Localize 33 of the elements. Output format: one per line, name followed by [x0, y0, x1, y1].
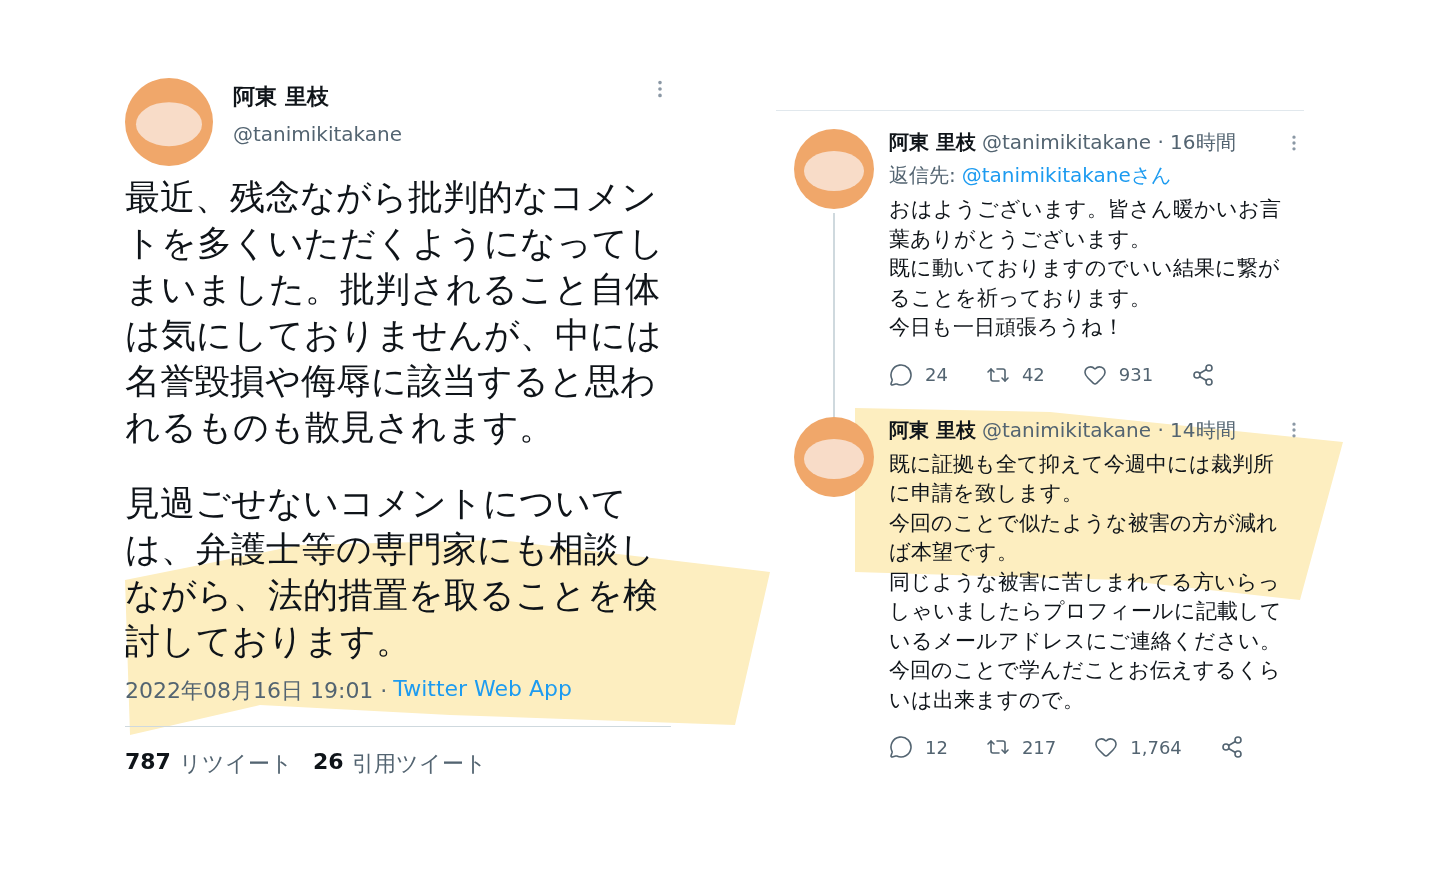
tweet-text: 見過ごせないコメントについて は、弁護士等の専門家にも相談し ながら、法的措置を取ることを検 討しております。 — [125, 482, 659, 663]
heart-icon — [1094, 735, 1119, 759]
retweet-button[interactable]: 217 — [985, 735, 1057, 759]
reply-button[interactable]: 12 — [889, 735, 948, 759]
share-icon — [1191, 362, 1216, 387]
reply-button[interactable]: 24 — [889, 362, 948, 387]
retweet-button[interactable]: 42 — [985, 362, 1045, 387]
like-button[interactable]: 931 — [1082, 362, 1154, 387]
stat-label[interactable]: リツイート — [178, 749, 293, 779]
share-icon — [1219, 735, 1244, 759]
stat-label[interactable]: 引用ツイート — [351, 749, 487, 779]
stat-count: 26 — [312, 749, 344, 776]
like-button[interactable]: 1,764 — [1094, 735, 1182, 759]
avatar-icon — [794, 129, 874, 209]
author-handle: @tanimikitakane — [233, 122, 404, 146]
share-button[interactable] — [1219, 735, 1244, 759]
reply-to-label: 返信先: — [889, 162, 956, 189]
avatar-icon — [125, 78, 213, 166]
stat-count: 787 — [125, 749, 171, 776]
mention-link[interactable]: @tanimikitakaneさん — [961, 162, 1171, 189]
tweet-meta: @tanimikitakane · 16時間 — [981, 129, 1237, 156]
tweet-meta: @tanimikitakane · 14時間 — [981, 416, 1237, 444]
tweet-text: 既に証拠も全て抑えて今週中には裁判所 に申請を致します。 今回のことで似たような被害の方が減れ ば本望です。 同じような被害に苦しまれてる方いらっ しゃいましたらプロフィールに記載して いるメールアドレスにご連絡ください。 今回のことで学んだことお伝えするくら いは出来ますので。 — [889, 450, 1283, 714]
tweet-text: 最近、残念ながら批判的なコメン トを多くいただくようになってし まいました。批判されること自体 は気にしておりませんが、中には 名誉毀損や侮辱に該当すると思わ れるものも散見されます。 — [125, 176, 665, 449]
author-name[interactable]: 阿東 里枝 — [233, 82, 629, 112]
speech-bubble-icon — [889, 362, 913, 387]
tweet-text: おはようございます。皆さん暖かいお言 葉ありがとうございます。 既に動いておりますのでいい結果に繋が ることを祈っております。 今日も一日頑張ろうね！ — [889, 196, 1282, 341]
tweet-timestamp: 2022年08月16日 19:01 · — [125, 677, 388, 705]
author-name[interactable]: 阿東 里枝 — [889, 416, 976, 444]
avatar-icon — [794, 416, 874, 497]
share-button[interactable] — [1191, 362, 1216, 387]
author-name[interactable]: 阿東 里枝 — [889, 129, 976, 156]
speech-bubble-icon — [889, 735, 913, 759]
